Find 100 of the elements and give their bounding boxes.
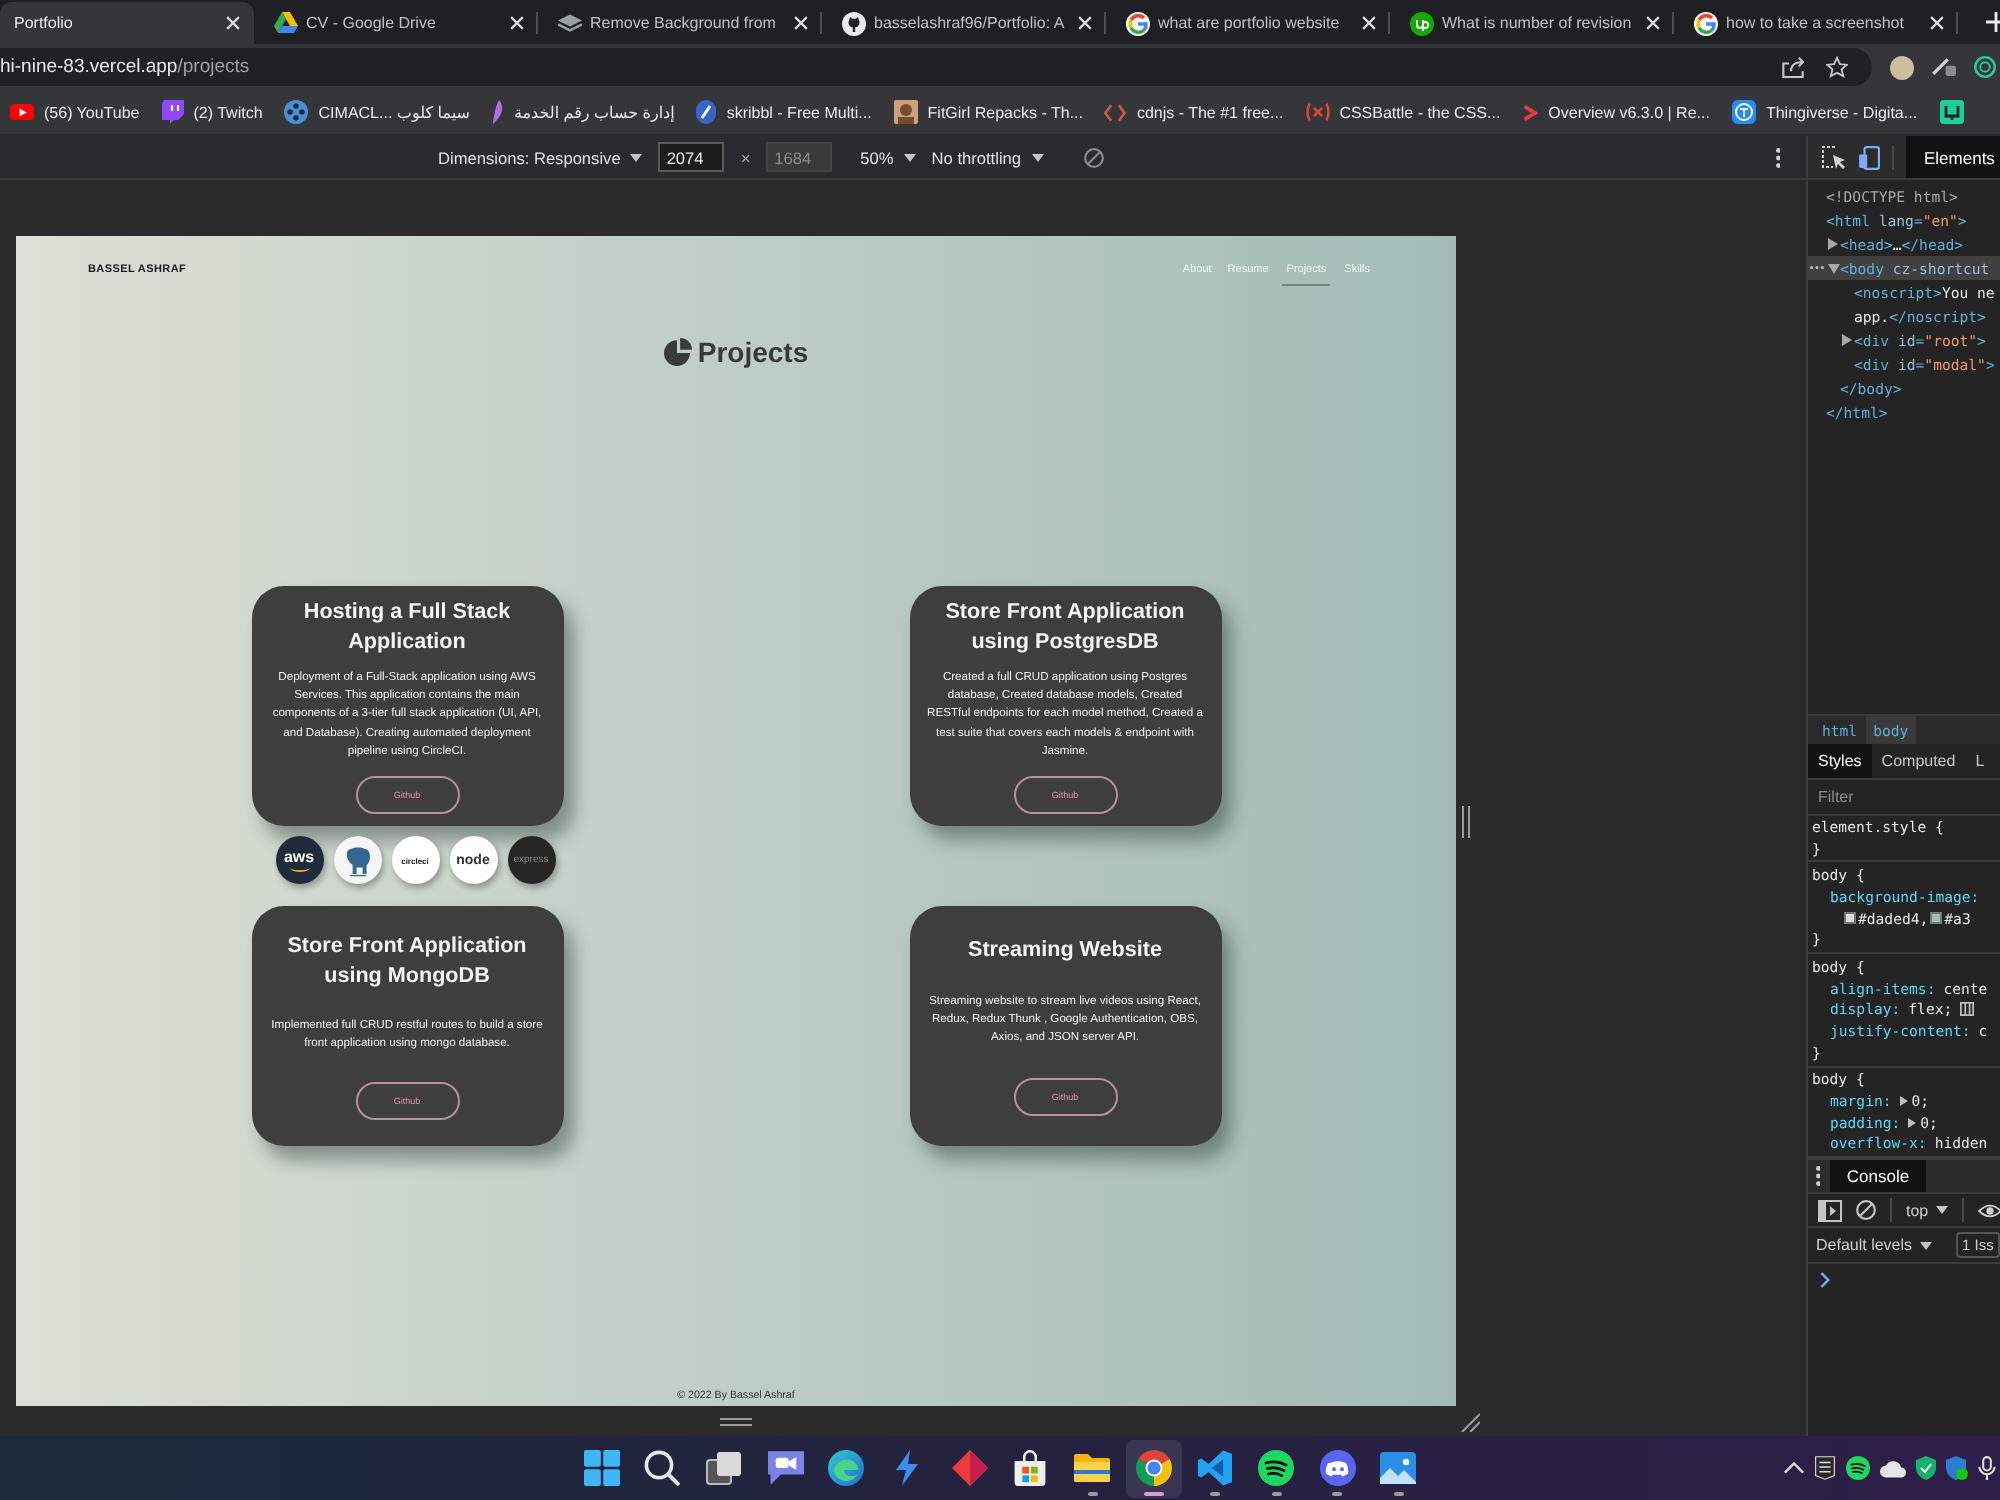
browser-tab[interactable]: What is number of revision	[1390, 2, 1674, 44]
bookmark[interactable]: Thingiverse - Digita...	[1731, 100, 1918, 124]
bookmark[interactable]: skribbl - Free Multi...	[696, 100, 872, 124]
ring-icon[interactable]	[1974, 56, 1996, 78]
card-title: Hosting a Full Stack Application	[301, 598, 513, 657]
sound-waves-icon	[1258, 1449, 1295, 1485]
browser-tab[interactable]: Portfolio	[0, 2, 254, 44]
bookmark[interactable]: إدارة حساب رقم الخدمة	[491, 100, 675, 124]
bookmark[interactable]	[1939, 100, 1964, 124]
panel-tab[interactable]: Elements	[1906, 136, 2000, 178]
device-icon[interactable]	[1858, 145, 1880, 169]
pane-tab[interactable]: L	[1965, 744, 1995, 778]
resize-grip-icon[interactable]	[1460, 1411, 1480, 1431]
close-icon[interactable]	[1930, 16, 1944, 30]
pane-tab[interactable]: Styles	[1808, 744, 1872, 778]
elephant-logo-icon	[333, 836, 381, 884]
pie-chart-icon	[663, 338, 692, 366]
caret-icon[interactable]	[1842, 334, 1852, 346]
bookmark[interactable]: Overview v6.3.0 | Re...	[1522, 103, 1710, 121]
prompt-icon	[1820, 1272, 1830, 1288]
star-icon[interactable]	[1826, 56, 1848, 78]
filter-field[interactable]: Filter	[1808, 780, 2000, 816]
cloud-icon[interactable]	[1880, 1459, 1906, 1477]
sound-waves-icon[interactable]	[1846, 1456, 1870, 1480]
browser-icon	[828, 1449, 865, 1485]
logo-tile-icon	[1939, 100, 1964, 124]
shield-check-icon[interactable]	[1946, 1456, 1968, 1480]
store-bag-icon	[1014, 1449, 1047, 1485]
circle-logo-icon	[1410, 11, 1434, 35]
inspect-icon[interactable]	[1822, 145, 1846, 169]
plus-icon[interactable]	[1986, 12, 2000, 32]
resize-handle[interactable]	[720, 1417, 752, 1425]
pen-icon[interactable]	[1932, 58, 1956, 76]
pencil-icon	[696, 100, 717, 124]
diamond-icon	[951, 1449, 988, 1485]
caret-icon[interactable]	[1827, 263, 1839, 273]
context-dropdown[interactable]: top	[1906, 1201, 1949, 1219]
color-swatch-icon[interactable]	[1844, 912, 1856, 925]
shield-icon[interactable]	[1916, 1456, 1936, 1480]
bookmark[interactable]: cdnjs - The #1 free...	[1104, 103, 1284, 121]
close-icon[interactable]	[510, 16, 524, 30]
triangle-logo-icon	[274, 12, 298, 34]
zoom-dropdown[interactable]: 50%	[860, 147, 916, 167]
bracketed-x-icon	[1305, 102, 1330, 122]
taskbar-button[interactable]	[1125, 1439, 1182, 1497]
card-title: Store Front Application using MongoDB	[285, 932, 529, 991]
sidebar-icon[interactable]	[1818, 1199, 1842, 1221]
caret-icon[interactable]	[1899, 1096, 1908, 1107]
more-icon[interactable]	[1816, 1166, 1821, 1186]
tech-logo: aws	[275, 836, 323, 884]
block-icon[interactable]	[1856, 1200, 1876, 1220]
close-icon[interactable]	[794, 16, 808, 30]
resize-handle[interactable]	[1462, 805, 1470, 837]
chevron-up-icon[interactable]	[1784, 1462, 1804, 1474]
browser-tab[interactable]: basselashraf96/Portfolio: A	[822, 2, 1106, 44]
rotate-icon[interactable]	[1083, 147, 1104, 167]
dimensions-dropdown[interactable]: Dimensions: Responsive	[438, 147, 643, 167]
pane-tab[interactable]: Computed	[1871, 744, 1966, 778]
code-editor-icon	[1197, 1449, 1232, 1485]
play-icon	[10, 103, 34, 121]
close-icon[interactable]	[1362, 16, 1376, 30]
microphone-icon[interactable]	[1978, 1456, 1996, 1480]
photo-icon	[1380, 1449, 1417, 1485]
color-swatch-icon[interactable]	[1930, 912, 1943, 925]
close-icon[interactable]	[1646, 16, 1660, 30]
browser-tab[interactable]: CV - Google Drive	[254, 2, 538, 44]
drawer-tab[interactable]: Console	[1830, 1160, 1926, 1192]
feather-icon	[491, 100, 504, 124]
browser-tab[interactable]: Remove Background from	[538, 2, 822, 44]
browser-tab[interactable]: what are portfolio website	[1106, 2, 1390, 44]
browser-icon	[1135, 1449, 1172, 1485]
picture-icon	[893, 100, 918, 124]
width-field[interactable]: 2074	[658, 142, 725, 172]
bookmark[interactable]: CSSBattle - the CSS...	[1305, 102, 1501, 122]
ring-logo-icon	[1694, 11, 1718, 35]
start-icon	[583, 1449, 620, 1485]
close-icon[interactable]	[226, 16, 240, 30]
bookmark[interactable]: (56) YouTube	[10, 103, 140, 121]
caret-icon[interactable]	[1828, 238, 1838, 250]
grid-icon[interactable]	[1960, 1002, 1975, 1017]
bookmark[interactable]: CIMACL... سيما كلوب	[284, 100, 470, 124]
ring-logo-icon	[1126, 11, 1150, 35]
browser-tab[interactable]: how to take a screenshot	[1674, 2, 1958, 44]
eye-icon[interactable]	[1978, 1203, 2000, 1217]
url-field[interactable]: hi-nine-83.vercel.app/projects	[0, 56, 1760, 78]
controller-icon	[1319, 1449, 1356, 1485]
folder-icon	[1074, 1449, 1111, 1485]
bookmark[interactable]: (2) Twitch	[161, 100, 263, 124]
share-icon[interactable]	[1782, 56, 1804, 78]
caret-icon	[1031, 153, 1044, 161]
bookmark[interactable]: FitGirl Repacks - Th...	[893, 100, 1083, 124]
more-icon[interactable]	[1775, 147, 1780, 167]
lightning-icon	[896, 1449, 919, 1485]
close-icon[interactable]	[1078, 16, 1092, 30]
search-icon	[644, 1449, 681, 1485]
caret-icon[interactable]	[1908, 1117, 1917, 1128]
shield-logo-icon[interactable]	[1814, 1456, 1836, 1480]
levels-dropdown[interactable]: Default levels	[1816, 1236, 1933, 1254]
avatar-icon[interactable]	[1890, 55, 1914, 79]
throttling-dropdown[interactable]: No throttling	[931, 147, 1044, 167]
